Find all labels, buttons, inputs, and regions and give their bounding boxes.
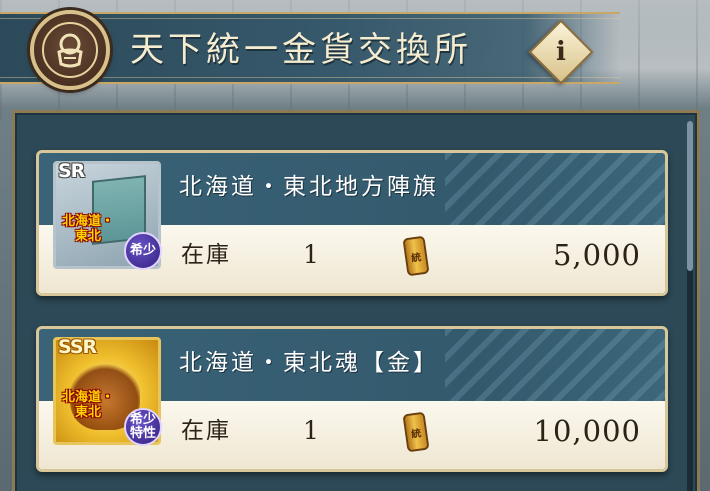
item-price: 5,000	[552, 238, 641, 272]
item-name: 北海道・東北地方陣旗	[179, 174, 439, 200]
scroll-thumb[interactable]	[687, 121, 693, 271]
rarity-label: SSR	[58, 336, 97, 358]
rarity-label: SR	[58, 160, 85, 182]
info-icon: i	[556, 37, 566, 67]
exchange-item-card[interactable]: SR 北海道・東北 希少 北海道・東北地方陣旗 在庫 1 統 5,000	[36, 150, 668, 296]
item-price: 10,000	[533, 414, 641, 448]
scrollbar[interactable]	[687, 121, 693, 491]
stock-label: 在庫	[181, 418, 231, 444]
item-thumbnail: SSR 北海道・東北 希少特性	[53, 336, 162, 446]
region-label: 北海道・東北	[61, 214, 114, 244]
page-title: 天下統一金貨交換所	[130, 30, 472, 70]
rare-trait-badge: 希少特性	[124, 408, 162, 446]
stock-label: 在庫	[181, 242, 231, 268]
rare-badge: 希少	[124, 232, 162, 270]
coin-exchange-emblem-icon	[30, 10, 110, 90]
item-name: 北海道・東北魂【金】	[179, 350, 439, 376]
exchange-item-card[interactable]: SSR 北海道・東北 希少特性 北海道・東北魂【金】 在庫 1 統 10,000	[36, 326, 668, 472]
stock-value: 1	[303, 240, 319, 269]
item-thumbnail: SR 北海道・東北 希少	[53, 160, 162, 270]
stock-value: 1	[303, 416, 319, 445]
region-label: 北海道・東北	[61, 390, 114, 420]
